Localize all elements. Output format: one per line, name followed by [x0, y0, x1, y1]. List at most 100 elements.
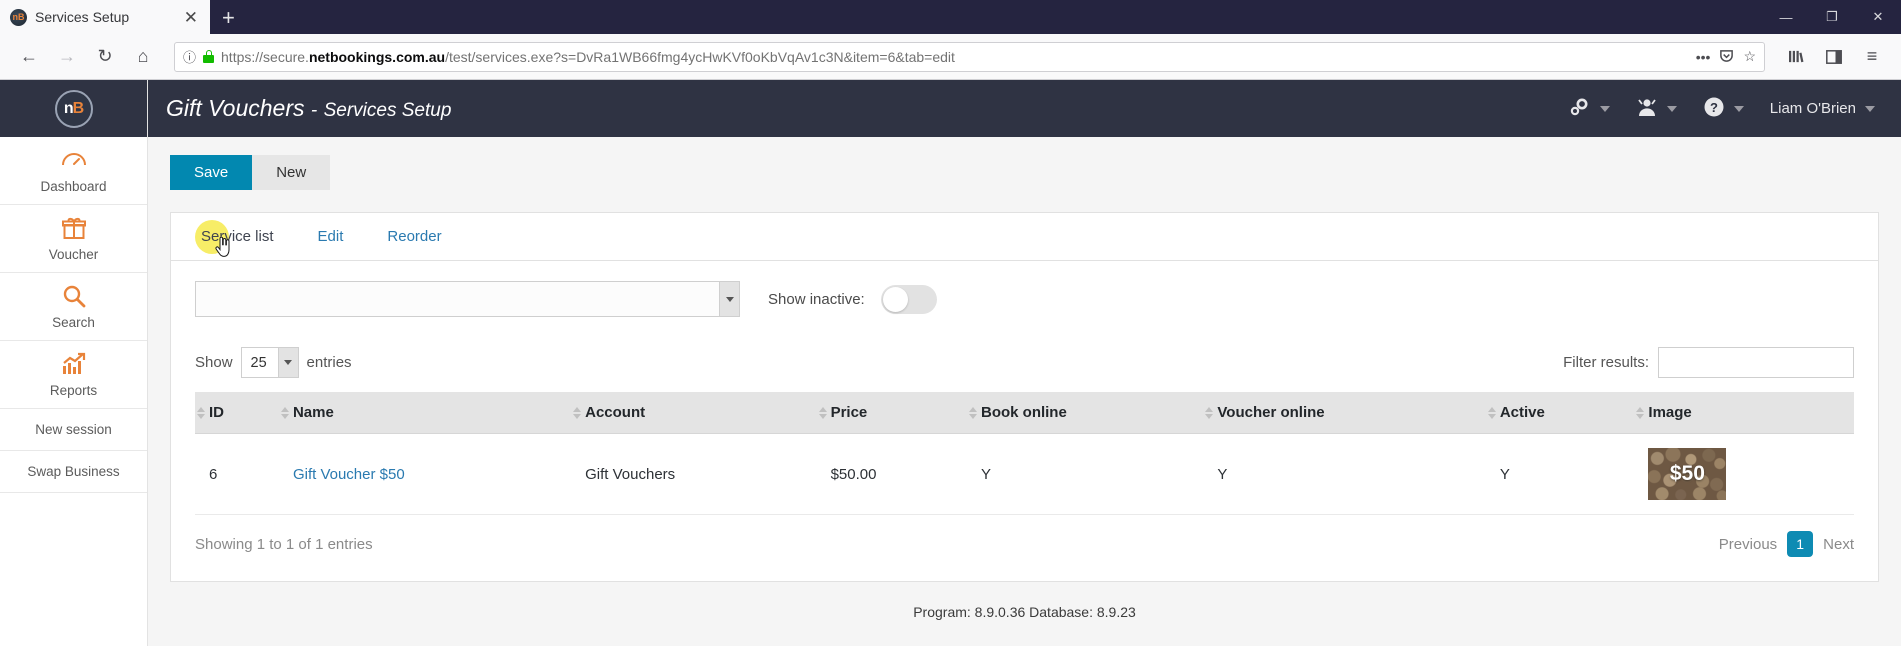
sidebar-item-dashboard[interactable]: Dashboard: [0, 137, 147, 205]
person-icon: [1636, 97, 1658, 121]
sidebar-item-swap-business[interactable]: Swap Business: [0, 451, 147, 493]
cell-name: Gift Voucher $50: [278, 433, 572, 515]
action-button-row: Save New: [170, 155, 1879, 190]
column-label: Voucher online: [1217, 404, 1325, 421]
browser-nav-bar: ← → ↻ ⌂ ⓘ https://secure.netbookings.com…: [0, 34, 1901, 80]
column-header-account[interactable]: Account: [571, 392, 817, 434]
browser-toolbar-right: ≡: [1779, 40, 1889, 74]
page-content: Save New Service list Edit Reorder Show …: [148, 137, 1901, 646]
library-icon[interactable]: [1779, 40, 1813, 74]
tab-reorder[interactable]: Reorder: [365, 213, 463, 261]
back-icon[interactable]: ←: [12, 40, 46, 74]
column-label: Account: [585, 404, 646, 421]
column-header-book-online[interactable]: Book online: [966, 392, 1204, 434]
column-header-image[interactable]: Image: [1634, 392, 1854, 434]
page-title-sub: Services Setup: [323, 100, 452, 121]
home-icon[interactable]: ⌂: [126, 40, 160, 74]
chevron-down-icon: [1666, 105, 1677, 112]
gift-icon: [4, 216, 143, 240]
account-select[interactable]: [195, 281, 740, 317]
hamburger-menu-icon[interactable]: ≡: [1855, 40, 1889, 74]
new-tab-button[interactable]: +: [210, 7, 247, 29]
page-actions-icon[interactable]: •••: [1696, 49, 1711, 65]
bookmark-star-icon[interactable]: ☆: [1743, 48, 1756, 65]
sort-icon: [1636, 406, 1645, 419]
table-body: 6 Gift Voucher $50 Gift Vouchers $50.00 …: [195, 433, 1854, 515]
column-label: Price: [830, 404, 868, 421]
entries-label: entries: [306, 354, 352, 371]
logo-letter-n: n: [63, 99, 74, 117]
table-row[interactable]: 6 Gift Voucher $50 Gift Vouchers $50.00 …: [195, 433, 1854, 515]
account-menu[interactable]: Liam O'Brien: [1770, 100, 1875, 117]
window-controls: — ❐ ✕: [1763, 0, 1901, 34]
entries-select-value: 25: [250, 354, 267, 371]
show-inactive-toggle[interactable]: [880, 284, 937, 314]
chevron-down-icon: [1733, 105, 1744, 112]
pagination-next[interactable]: Next: [1823, 536, 1854, 553]
sidebar-item-new-session[interactable]: New session: [0, 409, 147, 451]
tab-label: Service list: [201, 228, 274, 245]
reload-icon[interactable]: ↻: [88, 40, 122, 74]
user-menu[interactable]: [1636, 97, 1677, 121]
cell-price: $50.00: [816, 433, 967, 515]
sidebar-logo[interactable]: nB: [0, 80, 147, 137]
new-button[interactable]: New: [252, 155, 331, 190]
sidebar-item-label: Voucher: [48, 247, 99, 262]
sidebar-item-voucher[interactable]: Voucher: [0, 205, 147, 273]
question-circle-icon: ?: [1703, 96, 1725, 122]
sidebar-item-reports[interactable]: Reports: [0, 341, 147, 409]
service-name-link[interactable]: Gift Voucher $50: [293, 466, 405, 483]
tab-edit[interactable]: Edit: [296, 213, 366, 261]
sidebar-item-label: New session: [35, 422, 112, 437]
maximize-icon[interactable]: ❐: [1809, 0, 1855, 34]
column-header-id[interactable]: ID: [195, 392, 279, 434]
pagination-page-1[interactable]: 1: [1787, 531, 1814, 557]
tab-service-list[interactable]: Service list: [179, 213, 296, 261]
url-text: https://secure.netbookings.com.au/test/s…: [221, 49, 1689, 65]
sort-icon: [1487, 406, 1496, 419]
url-bar[interactable]: ⓘ https://secure.netbookings.com.au/test…: [174, 41, 1765, 72]
browser-tab-title: Services Setup: [35, 9, 130, 25]
browser-tab-strip: nB Services Setup ✕ + — ❐ ✕: [0, 0, 1901, 34]
username-label: Liam O'Brien: [1769, 100, 1856, 117]
column-label: Image: [1648, 404, 1692, 421]
page-info-icon[interactable]: ⓘ: [183, 47, 196, 66]
entries-select[interactable]: 25: [240, 347, 299, 378]
minimize-icon[interactable]: —: [1763, 0, 1809, 34]
panel-tabs: Service list Edit Reorder: [171, 213, 1878, 261]
help-menu[interactable]: ?: [1703, 96, 1744, 122]
account-select-value: [196, 282, 719, 316]
url-path: /test/services.exe?s=DvRa1WB66fmg4ycHwKV…: [445, 48, 955, 65]
filter-results-input[interactable]: [1658, 347, 1854, 378]
services-panel: Service list Edit Reorder Show inactive:…: [170, 212, 1879, 582]
page-title: Gift Vouchers - Services Setup: [166, 95, 451, 122]
column-header-active[interactable]: Active: [1485, 392, 1635, 434]
chevron-down-icon: [719, 282, 739, 316]
sidebar-icon[interactable]: [1817, 40, 1851, 74]
app-footer: Program: 8.9.0.36 Database: 8.9.23: [913, 604, 1136, 620]
app-header-actions: ? Liam O'Brien: [1569, 96, 1875, 122]
service-image-thumbnail[interactable]: $50: [1648, 448, 1727, 500]
nb-logo-icon: nB: [54, 89, 93, 128]
window-close-icon[interactable]: ✕: [1855, 0, 1901, 34]
save-button[interactable]: Save: [170, 155, 253, 190]
toggle-knob: [882, 286, 908, 312]
column-header-price[interactable]: Price: [816, 392, 967, 434]
close-icon[interactable]: ✕: [180, 9, 202, 26]
image-amount-label: $50: [1669, 462, 1705, 485]
column-header-voucher-online[interactable]: Voucher online: [1203, 392, 1486, 434]
url-scheme: https://secure.: [221, 48, 309, 65]
pagination-previous[interactable]: Previous: [1719, 536, 1777, 553]
forward-icon[interactable]: →: [50, 40, 84, 74]
settings-menu[interactable]: [1569, 97, 1610, 121]
showing-entries-text: Showing 1 to 1 of 1 entries: [195, 535, 373, 553]
sidebar-item-label: Swap Business: [27, 464, 120, 479]
mouse-cursor-icon: [215, 236, 230, 257]
services-table: ID Name Account Price Book online Vouche…: [195, 392, 1854, 515]
panel-body: Show inactive: Show 25 entries Filter re…: [171, 261, 1878, 581]
column-header-name[interactable]: Name: [278, 392, 572, 434]
sidebar-item-search[interactable]: Search: [0, 273, 147, 341]
pocket-icon[interactable]: [1719, 48, 1734, 66]
column-label: Name: [292, 404, 334, 421]
browser-tab[interactable]: nB Services Setup ✕: [0, 0, 210, 34]
